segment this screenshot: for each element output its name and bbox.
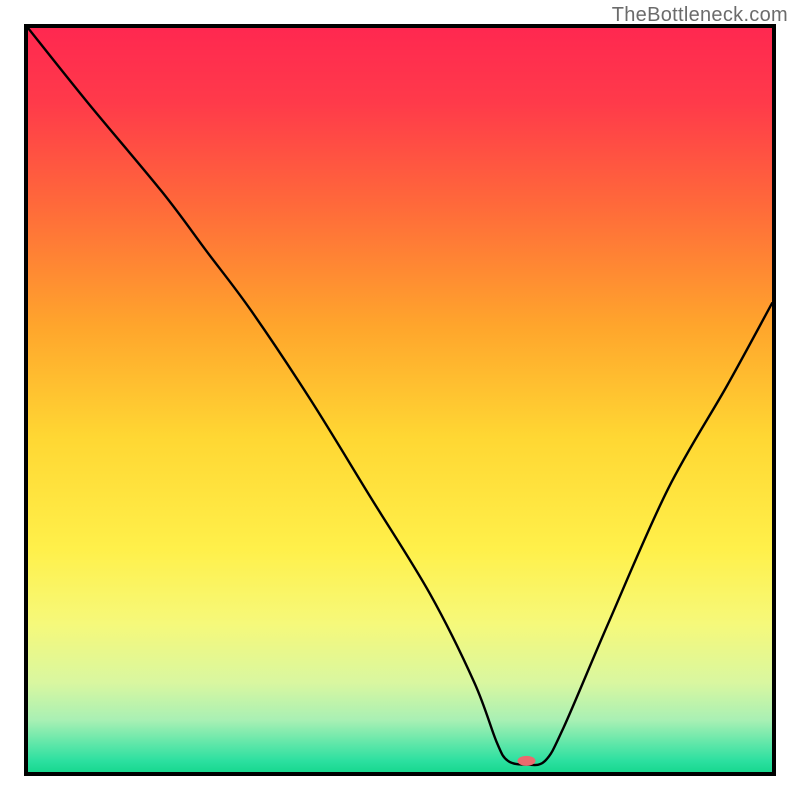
chart-container: TheBottleneck.com [0, 0, 800, 800]
chart-frame [24, 24, 776, 776]
highlight-marker [517, 756, 535, 766]
gradient-background [28, 28, 772, 772]
chart-svg [28, 28, 772, 772]
